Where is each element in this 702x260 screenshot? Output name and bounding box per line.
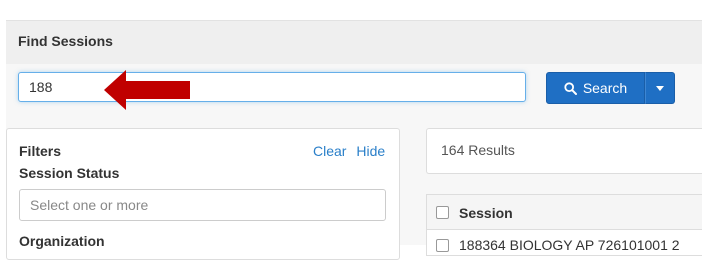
- results-summary: 164 Results: [426, 128, 702, 174]
- results-table: Session 188364 BIOLOGY AP 726101001 2: [426, 194, 702, 256]
- filters-panel: Filters Clear Hide Session Status Organi…: [6, 128, 400, 260]
- filters-links: Clear Hide: [313, 143, 385, 159]
- select-all-checkbox[interactable]: [436, 206, 449, 219]
- clear-filters-link[interactable]: Clear: [313, 143, 346, 159]
- table-header-row: Session: [427, 195, 702, 230]
- search-button[interactable]: Search: [546, 72, 645, 104]
- table-row[interactable]: 188364 BIOLOGY AP 726101001 2: [427, 230, 702, 256]
- search-button-label: Search: [582, 80, 628, 96]
- page-title: Find Sessions: [18, 33, 113, 49]
- session-status-label: Session Status: [19, 165, 120, 181]
- organization-label: Organization: [19, 233, 105, 249]
- arrow-left-icon: [104, 70, 190, 110]
- filters-title: Filters: [19, 143, 62, 159]
- hide-filters-link[interactable]: Hide: [356, 143, 385, 159]
- column-header-session[interactable]: Session: [459, 205, 513, 221]
- page: Find Sessions Search Filters Clear Hide …: [0, 0, 702, 260]
- results-count: 164 Results: [441, 142, 515, 158]
- page-header: Find Sessions: [6, 20, 702, 65]
- search-options-button[interactable]: [645, 72, 675, 104]
- row-checkbox[interactable]: [436, 239, 449, 252]
- search-input[interactable]: [18, 72, 526, 102]
- content-area: Filters Clear Hide Session Status Organi…: [6, 116, 702, 260]
- session-status-select[interactable]: [19, 189, 386, 221]
- search-icon: [564, 81, 577, 95]
- session-cell[interactable]: 188364 BIOLOGY AP 726101001 2: [459, 237, 680, 253]
- chevron-down-icon: [656, 85, 664, 91]
